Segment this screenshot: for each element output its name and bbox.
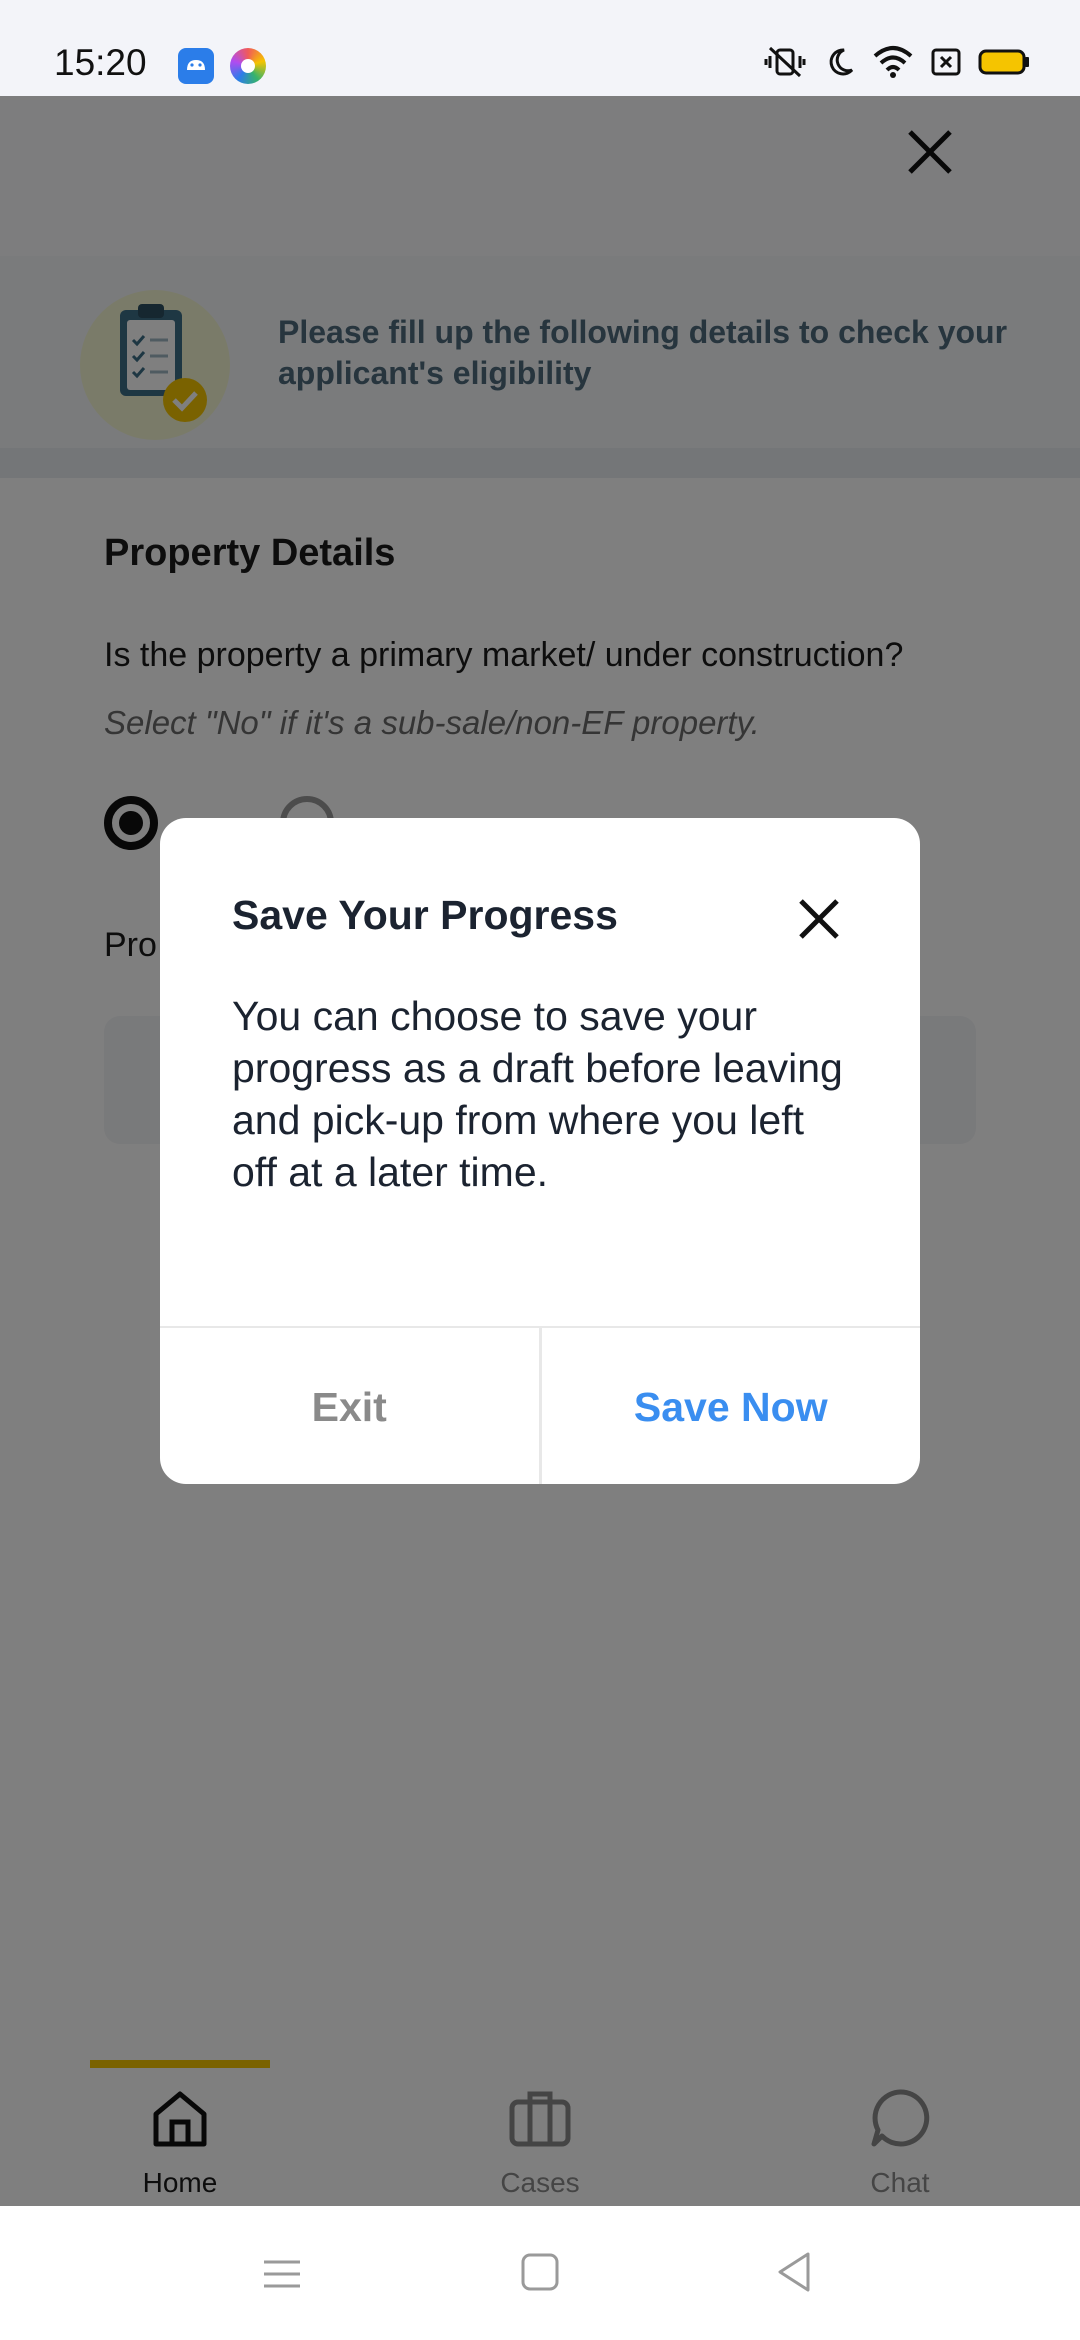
save-progress-dialog: Save Your Progress You can choose to sav… [160,818,920,1484]
wifi-icon [872,44,914,85]
moon-icon [824,44,856,85]
save-now-button[interactable]: Save Now [542,1328,921,1484]
battery-icon [978,44,1030,85]
exit-button[interactable]: Exit [160,1328,542,1484]
status-time: 15:20 [54,42,147,83]
status-bar: 15:20 [0,0,1080,96]
dialog-title: Save Your Progress [232,892,618,938]
android-app-icon [178,48,214,84]
dialog-close-icon[interactable] [796,896,842,942]
system-nav-bar [0,2208,1080,2340]
dialog-actions: Exit Save Now [160,1326,920,1484]
status-icons [762,44,1030,85]
menu-icon[interactable] [262,2254,302,2299]
dialog-message: You can choose to save your progress as … [232,993,843,1195]
browser-app-icon [230,48,266,84]
vibrate-off-icon [762,44,808,85]
back-icon[interactable] [774,2250,814,2299]
home-square-icon[interactable] [520,2252,560,2297]
sim-icon [930,44,962,85]
